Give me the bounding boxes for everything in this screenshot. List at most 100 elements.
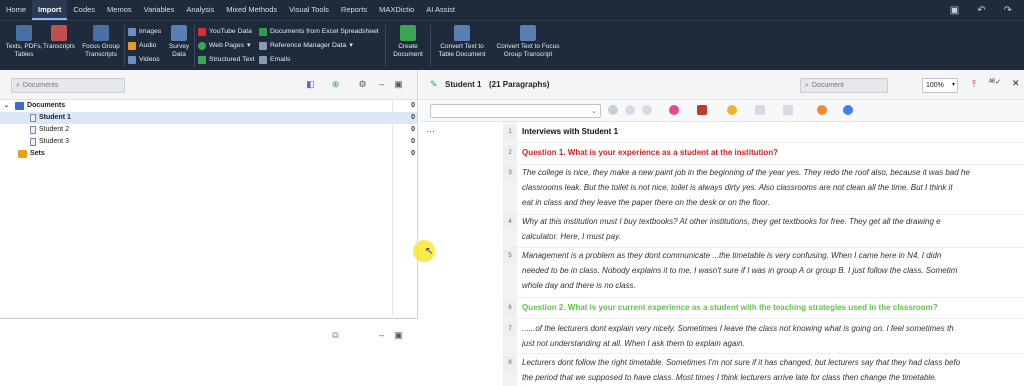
documents-search-input[interactable] (22, 82, 124, 89)
documents-search[interactable]: ⌕ (11, 78, 125, 93)
survey-data-button[interactable]: Survey Data (166, 23, 192, 59)
minimize-icon[interactable]: – (376, 330, 387, 341)
chevron-down-icon: ▾ (951, 82, 955, 88)
tree-item-sets[interactable]: Sets 0 (0, 148, 417, 160)
minimize-icon[interactable]: – (376, 79, 387, 90)
tab-reports[interactable]: Reports (335, 0, 373, 20)
memo-icon[interactable] (755, 105, 765, 115)
paragraph-text: The college is nice, they make a new pai… (522, 168, 970, 177)
paragraph-divider (503, 142, 1024, 143)
focus-group-icon (93, 25, 109, 41)
document-search[interactable]: ⌕ (800, 78, 888, 93)
audio-button[interactable]: Audio (128, 40, 156, 51)
convert-to-focus-group-button[interactable]: Convert Text to Focus Group Transcript (493, 23, 563, 59)
spellcheck-icon[interactable]: ᴬᴮ✓ (989, 78, 1001, 86)
quick-code-icon[interactable] (642, 105, 652, 115)
code-select-dropdown[interactable]: ⌄ (430, 104, 601, 118)
tab-home[interactable]: Home (0, 0, 32, 20)
import-texts-button[interactable]: Texts, PDFs, Tables (2, 23, 46, 59)
window-icon[interactable]: ▣ (393, 330, 404, 341)
close-icon[interactable]: ✕ (1012, 78, 1020, 89)
comment-icon[interactable] (817, 105, 827, 115)
edit-document-icon[interactable]: ✎ (430, 79, 438, 90)
paragraph-4[interactable]: 4 Why at this institution must I buy tex… (503, 215, 1024, 245)
excel-import-button[interactable]: Documents from Excel Spreadsheet (259, 26, 379, 37)
tab-maxdictio[interactable]: MAXDictio (373, 0, 420, 20)
tab-ai-assist[interactable]: AI Assist (420, 0, 461, 20)
paragraph-number: 6 (503, 301, 517, 315)
document-system-toolbar: ⌕ ◧ ⊕ ⚙ – ▣ (0, 70, 417, 100)
reference-icon (259, 41, 267, 50)
link-icon[interactable]: ⧉ (330, 330, 341, 341)
paragraph-text: ......of the lecturers dont explain very… (522, 324, 954, 333)
zoom-select[interactable]: 100% ▾ (922, 78, 958, 93)
tab-mixed-methods[interactable]: Mixed Methods (220, 0, 283, 20)
paragraph-text: Management is a problem as they dont com… (522, 251, 942, 260)
reference-manager-button[interactable]: Reference Manager Data ▾ (259, 40, 353, 51)
tree-item-label: Sets (30, 150, 45, 157)
paragraph-1[interactable]: 1 Interviews with Student 1 (503, 125, 1024, 139)
paragraph-6[interactable]: 6 Question 2. What is your current exper… (503, 301, 1024, 315)
document-search-input[interactable] (811, 82, 887, 89)
paragraph-text: Question 1. What is your experience as a… (522, 148, 779, 157)
tab-variables[interactable]: Variables (138, 0, 181, 20)
code-icon[interactable] (608, 105, 618, 115)
window-icon[interactable]: ▣ (393, 79, 404, 90)
tab-memos[interactable]: Memos (101, 0, 138, 20)
link-icon[interactable] (783, 105, 793, 115)
undo-icon[interactable]: ↶ (977, 5, 985, 16)
tree-item-student-3[interactable]: Student 3 0 (0, 136, 417, 148)
tab-import[interactable]: Import (32, 0, 68, 20)
emoticode-icon[interactable] (727, 105, 737, 115)
tab-visual-tools[interactable]: Visual Tools (283, 0, 335, 20)
paragraph-2[interactable]: 2 Question 1. What is your experience as… (503, 146, 1024, 160)
paragraphs-count: (21 Paragraphs) (489, 80, 550, 89)
tab-codes[interactable]: Codes (67, 0, 101, 20)
chevron-down-icon: ▾ (247, 42, 251, 49)
youtube-label: YouTube Data (209, 28, 252, 35)
search-icon: ⌕ (16, 81, 20, 89)
highlighter-icon[interactable] (697, 105, 707, 115)
layout-icon[interactable]: ▣ (950, 5, 959, 16)
create-document-button[interactable]: Create Document (388, 23, 428, 59)
paragraph-text: Why at this institution must I buy textb… (522, 217, 941, 226)
more-icon[interactable]: ⋯ (426, 126, 435, 137)
excel-icon (259, 27, 267, 36)
email-icon (259, 55, 267, 64)
tree-item-student-1[interactable]: Student 1 0 (0, 112, 417, 124)
paragraph-8[interactable]: 8 Lecturers dont follow the right timeta… (503, 356, 1024, 386)
tab-analysis[interactable]: Analysis (180, 0, 220, 20)
tree-item-student-2[interactable]: Student 2 0 (0, 124, 417, 136)
zoom-value: 100% (926, 82, 944, 89)
vertical-scrollbar[interactable] (392, 100, 393, 316)
paragraph-3[interactable]: 3 The college is nice, they make a new p… (503, 166, 1024, 212)
color-code-icon[interactable] (669, 105, 679, 115)
redo-icon[interactable]: ↷ (1004, 5, 1012, 16)
youtube-button[interactable]: YouTube Data (198, 26, 252, 37)
document-toolbar: ⌄ (419, 100, 1024, 122)
images-label: Images (139, 28, 162, 35)
videos-button[interactable]: Videos (128, 54, 160, 65)
convert-to-table-button[interactable]: Convert Text to Table Document (434, 23, 490, 59)
add-icon[interactable]: ⊕ (330, 79, 341, 90)
tree-item-count: 0 (411, 126, 415, 133)
focus-group-button[interactable]: Focus Group Transcripts (78, 23, 124, 59)
in-vivo-icon[interactable] (625, 105, 635, 115)
info-icon[interactable] (843, 105, 853, 115)
export-icon[interactable]: ⤒ (972, 79, 976, 90)
tree-item-label: Student 3 (39, 138, 69, 145)
paragraph-5[interactable]: 5 Management is a problem as they dont c… (503, 249, 1024, 295)
paragraph-divider (503, 297, 1024, 298)
web-pages-label: Web Pages (209, 42, 245, 49)
gear-icon[interactable]: ⚙ (357, 79, 368, 90)
transcripts-button[interactable]: Transcripts (42, 23, 76, 51)
paragraph-7[interactable]: 7 ......of the lecturers dont explain ve… (503, 322, 1024, 352)
tree-item-documents[interactable]: ⌄ Documents 0 (0, 100, 417, 112)
paragraph-number: 2 (503, 146, 517, 160)
structured-text-button[interactable]: Structured Text (198, 54, 255, 65)
web-pages-button[interactable]: Web Pages ▾ (198, 40, 250, 51)
images-button[interactable]: Images (128, 26, 161, 37)
new-document-icon[interactable]: ◧ (305, 79, 316, 90)
emails-button[interactable]: Emails (259, 54, 290, 65)
documents-folder-icon (15, 102, 25, 110)
